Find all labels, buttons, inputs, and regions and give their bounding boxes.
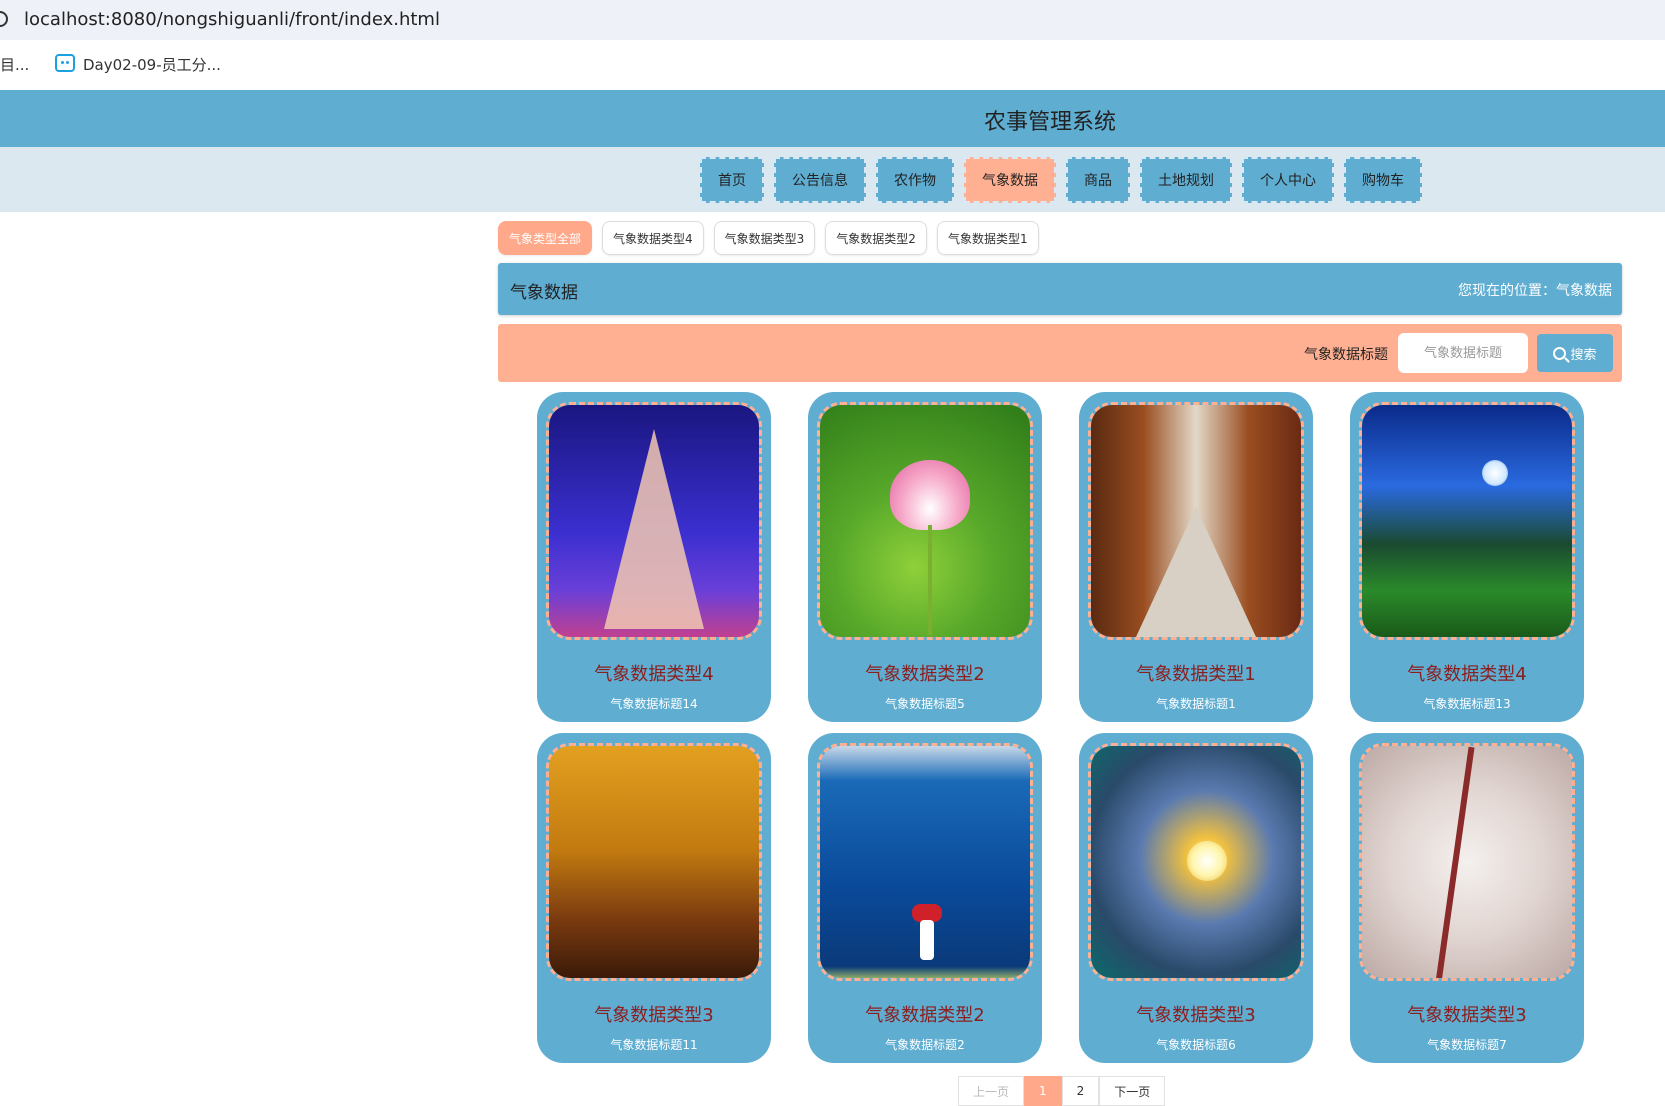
card-image[interactable]: [546, 743, 762, 981]
nav-crops[interactable]: 农作物: [876, 157, 954, 203]
nav-home[interactable]: 首页: [700, 157, 764, 203]
card-title: 气象数据标题13: [1423, 697, 1511, 711]
card-type: 气象数据类型3: [594, 1005, 714, 1026]
moonlit-field-image: [1362, 405, 1572, 637]
weather-card-grid: 气象数据类型4 气象数据标题14 气象数据类型2 气象数据标题5 气象数据类型1…: [537, 392, 1584, 1063]
weather-card[interactable]: 气象数据类型4 气象数据标题13: [1350, 392, 1584, 722]
bookmark-day02[interactable]: Day02-09-员工分...: [83, 54, 221, 75]
weather-card[interactable]: 气象数据类型3 气象数据标题6: [1079, 733, 1313, 1063]
search-bar: 气象数据标题 搜索: [498, 324, 1622, 382]
category-type4[interactable]: 气象数据类型4: [602, 221, 704, 255]
autumn-trees-image: [549, 746, 759, 978]
category-tabs: 气象类型全部 气象数据类型4 气象数据类型3 气象数据类型2 气象数据类型1: [498, 221, 1039, 255]
page-1-button[interactable]: 1: [1024, 1076, 1062, 1106]
lake-image: [820, 746, 1030, 978]
card-title: 气象数据标题7: [1427, 1038, 1507, 1052]
sunset-lake-image: [1091, 746, 1301, 978]
breadcrumb-current[interactable]: 气象数据: [1556, 280, 1612, 300]
bilibili-icon: [55, 54, 75, 72]
card-title: 气象数据标题1: [1156, 697, 1236, 711]
weather-card[interactable]: 气象数据类型1 气象数据标题1: [1079, 392, 1313, 722]
breadcrumb-bar: 气象数据 您现在的位置： 气象数据: [498, 263, 1622, 315]
card-type: 气象数据类型3: [1407, 1005, 1527, 1026]
next-page-button[interactable]: 下一页: [1099, 1076, 1166, 1106]
pagination: 上一页 1 2 下一页: [958, 1076, 1166, 1106]
nav-goods[interactable]: 商品: [1066, 157, 1130, 203]
weather-card[interactable]: 气象数据类型4 气象数据标题14: [537, 392, 771, 722]
search-input[interactable]: [1398, 333, 1528, 373]
nav-cart[interactable]: 购物车: [1344, 157, 1422, 203]
nav-profile[interactable]: 个人中心: [1242, 157, 1334, 203]
search-button-label: 搜索: [1570, 347, 1597, 363]
card-type: 气象数据类型3: [1136, 1005, 1256, 1026]
url-text[interactable]: localhost:8080/nongshiguanli/front/index…: [24, 9, 440, 30]
page-2-button[interactable]: 2: [1061, 1076, 1100, 1106]
card-image[interactable]: [1359, 743, 1575, 981]
weather-card[interactable]: 气象数据类型3 气象数据标题11: [537, 733, 771, 1063]
search-icon: [1553, 346, 1567, 360]
search-label: 气象数据标题: [1304, 347, 1388, 363]
card-type: 气象数据类型4: [594, 664, 714, 685]
card-type: 气象数据类型1: [1136, 664, 1256, 685]
prev-page-button[interactable]: 上一页: [958, 1076, 1025, 1106]
nav-notice[interactable]: 公告信息: [774, 157, 866, 203]
breadcrumb-prefix: 您现在的位置：: [1458, 283, 1556, 299]
card-image[interactable]: [1359, 402, 1575, 640]
card-image[interactable]: [546, 402, 762, 640]
nav-weather[interactable]: 气象数据: [964, 157, 1056, 203]
main-nav: 首页 公告信息 农作物 气象数据 商品 土地规划 个人中心 购物车: [700, 157, 1422, 203]
bookmark-truncated[interactable]: 目...: [0, 54, 29, 75]
card-title: 气象数据标题14: [610, 697, 698, 711]
bookmarks-bar: 目... Day02-09-员工分...: [0, 40, 1665, 90]
card-title: 气象数据标题2: [885, 1038, 965, 1052]
card-image[interactable]: [817, 743, 1033, 981]
site-title: 农事管理系统: [983, 110, 1116, 135]
card-image[interactable]: [817, 402, 1033, 640]
card-image[interactable]: [1088, 743, 1304, 981]
nav-land[interactable]: 土地规划: [1140, 157, 1232, 203]
site-header: 农事管理系统: [0, 90, 1665, 147]
card-type: 气象数据类型4: [1407, 664, 1527, 685]
breadcrumb: 您现在的位置： 气象数据: [1458, 280, 1612, 300]
card-title: 气象数据标题6: [1156, 1038, 1236, 1052]
card-title: 气象数据标题5: [885, 697, 965, 711]
search-button[interactable]: 搜索: [1537, 334, 1613, 372]
blossom-image: [1362, 746, 1572, 978]
category-type3[interactable]: 气象数据类型3: [713, 221, 816, 255]
card-title: 气象数据标题11: [610, 1038, 698, 1052]
lotus-image: [820, 405, 1030, 637]
card-type: 气象数据类型2: [865, 664, 985, 685]
category-type2[interactable]: 气象数据类型2: [825, 221, 927, 255]
card-type: 气象数据类型2: [865, 1005, 985, 1026]
eiffel-tower-image: [549, 405, 759, 637]
address-bar[interactable]: localhost:8080/nongshiguanli/front/index…: [0, 0, 1665, 40]
site-info-icon[interactable]: [0, 11, 8, 27]
weather-card[interactable]: 气象数据类型2 气象数据标题5: [808, 392, 1042, 722]
weather-card[interactable]: 气象数据类型2 气象数据标题2: [808, 733, 1042, 1063]
category-all[interactable]: 气象类型全部: [498, 221, 593, 255]
corridor-image: [1091, 405, 1301, 637]
weather-card[interactable]: 气象数据类型3 气象数据标题7: [1350, 733, 1584, 1063]
category-type1[interactable]: 气象数据类型1: [936, 221, 1039, 255]
card-image[interactable]: [1088, 402, 1304, 640]
page-title: 气象数据: [510, 283, 578, 303]
